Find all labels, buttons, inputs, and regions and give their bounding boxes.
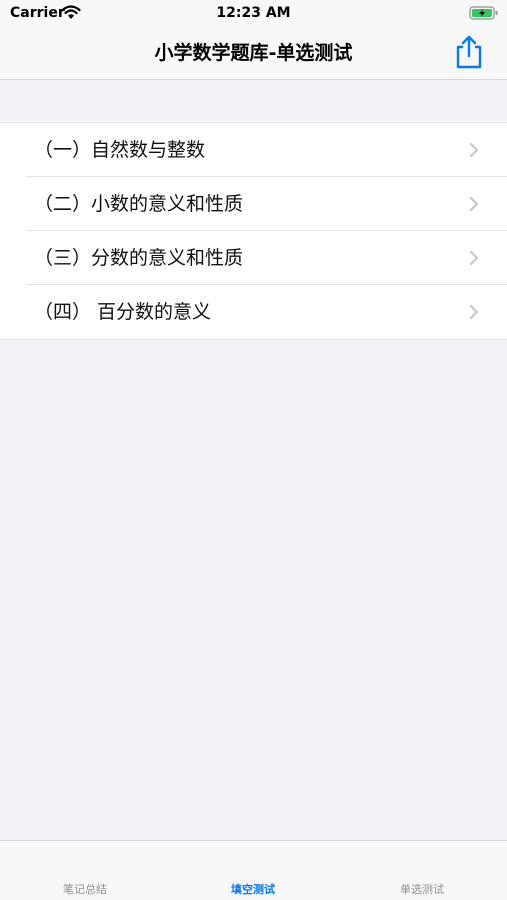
- list-item[interactable]: （二）小数的意义和性质: [0, 177, 507, 231]
- list-item-label: （二）小数的意义和性质: [34, 193, 244, 215]
- list-item-label: （三）分数的意义和性质: [34, 247, 244, 269]
- status-time: 12:23 AM: [216, 5, 291, 21]
- tab-fill-in-test[interactable]: 填空测试: [193, 883, 313, 897]
- tab-bar: 笔记总结 填空测试 单选测试: [0, 840, 507, 900]
- tab-single-choice-test[interactable]: 单选测试: [362, 883, 482, 897]
- list-item[interactable]: （四） 百分数的意义: [0, 285, 507, 339]
- page-title: 小学数学题库-单选测试: [154, 42, 353, 64]
- share-icon[interactable]: [452, 34, 486, 70]
- battery-charging-icon: [469, 6, 498, 20]
- chapter-list: （一）自然数与整数 （二）小数的意义和性质 （三）分数的意义和性质 （四） 百分…: [0, 122, 507, 340]
- status-bar: Carrier 12:23 AM: [0, 0, 507, 28]
- tab-notes-summary[interactable]: 笔记总结: [25, 883, 145, 897]
- chevron-right-icon: [470, 305, 478, 319]
- chevron-right-icon: [470, 197, 478, 211]
- chevron-right-icon: [470, 251, 478, 265]
- list-item-label: （一）自然数与整数: [34, 139, 206, 161]
- list-item-label: （四） 百分数的意义: [34, 301, 212, 323]
- top-bar: Carrier 12:23 AM 小学数学题库-单选测试: [0, 0, 507, 80]
- list-item[interactable]: （三）分数的意义和性质: [0, 231, 507, 285]
- chevron-right-icon: [470, 143, 478, 157]
- list-item[interactable]: （一）自然数与整数: [0, 123, 507, 177]
